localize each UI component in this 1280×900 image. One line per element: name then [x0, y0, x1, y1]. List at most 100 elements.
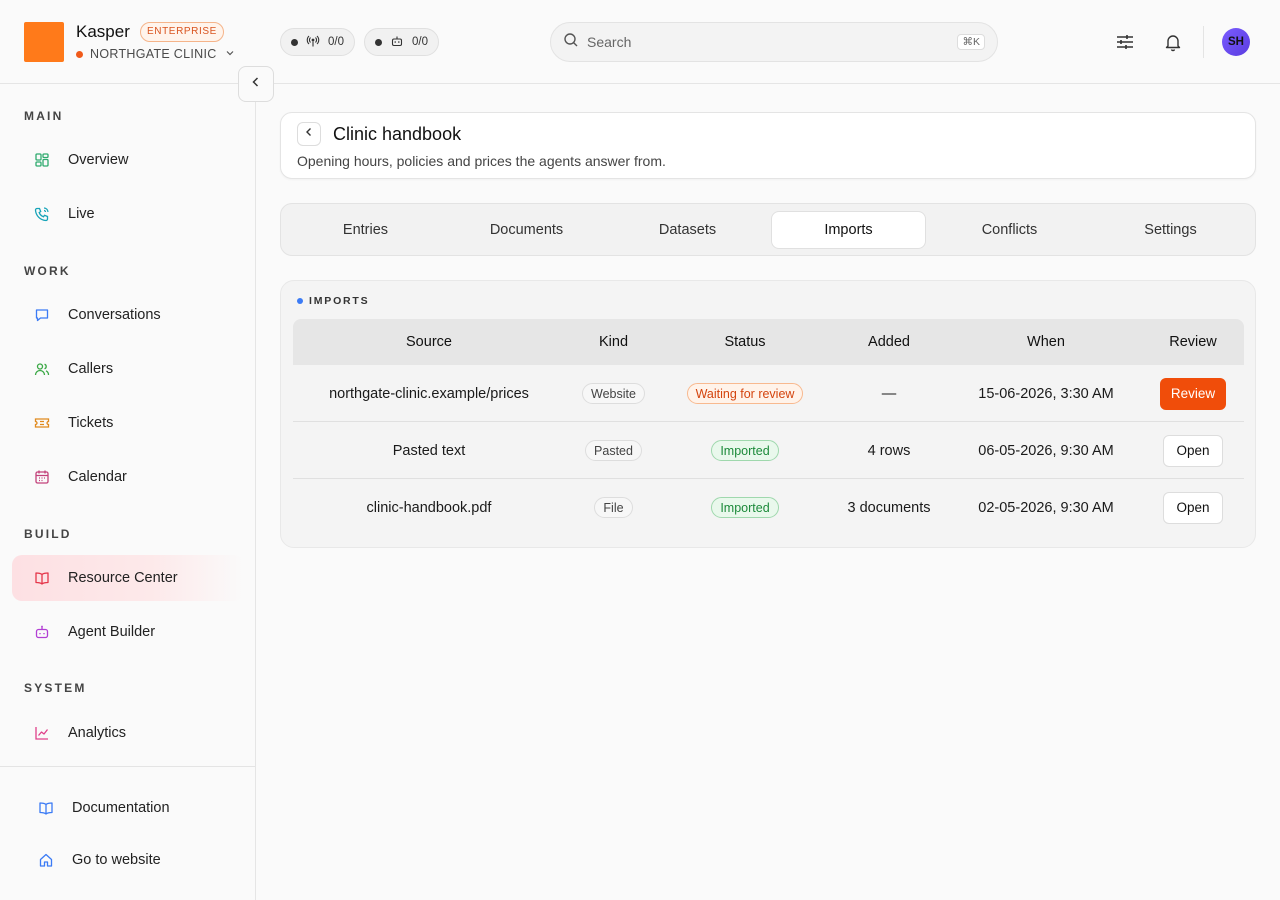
column-header-added: Added [868, 334, 910, 350]
status-badge: Imported [711, 497, 779, 518]
source-cell: northgate-clinic.example/prices [329, 385, 529, 402]
sidebar-item-label: Tickets [68, 415, 114, 431]
sidebar-item-resource-center[interactable]: Resource Center [12, 555, 244, 601]
sidebar: MAIN Overview Live WORK Conversations Ca… [0, 84, 256, 900]
avatar[interactable]: SH [1222, 28, 1250, 56]
sidebar-item-calendar[interactable]: Calendar [12, 454, 244, 500]
tab-settings[interactable]: Settings [1093, 211, 1248, 249]
org-status-dot [76, 50, 83, 58]
search-shortcut: ⌘K [957, 34, 985, 50]
table-header: Source Kind Status Added When Review [293, 319, 1244, 365]
bell-icon[interactable] [1161, 30, 1185, 54]
tab-bar: Entries Documents Datasets Imports Confl… [280, 203, 1256, 256]
sidebar-divider [0, 766, 255, 767]
review-cell: Open [1142, 422, 1244, 479]
divider [1203, 26, 1204, 58]
sidebar-item-agent-builder[interactable]: Agent Builder [12, 609, 244, 655]
org-name: NORTHGATE CLINIC [90, 47, 217, 61]
source-cell: clinic-handbook.pdf [366, 499, 492, 516]
added-cell: 3 documents [847, 499, 931, 516]
source-cell: Pasted text [392, 442, 466, 459]
live-calls-count: 0/0 [328, 36, 344, 48]
imports-label: IMPORTS [309, 295, 370, 307]
sidebar-item-label: Go to website [72, 852, 161, 868]
status-cell: Waiting for review [662, 365, 828, 422]
page-subtitle: Opening hours, policies and prices the a… [297, 153, 666, 169]
tab-conflicts[interactable]: Conflicts [932, 211, 1087, 249]
brand-logo [24, 22, 64, 62]
book-icon [34, 570, 50, 586]
section-label-work: WORK [24, 264, 71, 278]
agents-counter[interactable]: 0/0 [364, 28, 439, 56]
sidebar-item-live[interactable]: Live [12, 191, 244, 237]
chevron-left-icon [303, 125, 315, 143]
kind-badge: Website [582, 383, 645, 404]
open-button[interactable]: Open [1163, 434, 1223, 467]
phone-icon [34, 206, 50, 222]
home-icon [38, 852, 54, 868]
status-cell: Imported [662, 422, 828, 479]
when-cell: 06-05-2026, 9:30 AM [978, 442, 1114, 459]
table-row: northgate-clinic.example/prices Website … [293, 365, 1244, 422]
status-cell: Imported [662, 479, 828, 536]
sidebar-item-label: Agent Builder [68, 624, 156, 640]
sidebar-item-label: Live [68, 206, 95, 222]
label-dot [297, 298, 303, 304]
sidebar-item-tickets[interactable]: Tickets [12, 400, 244, 446]
calendar-icon [34, 469, 50, 485]
book-open-icon [38, 800, 54, 816]
sidebar-item-label: Callers [68, 361, 114, 377]
bot-icon [34, 624, 50, 640]
column-header-when: When [1027, 334, 1065, 350]
search-input[interactable]: Search [587, 34, 957, 50]
kind-badge: File [594, 497, 633, 518]
brand-name: Kasper [76, 22, 130, 41]
sidebar-item-go-to-website[interactable]: Go to website [12, 837, 244, 883]
added-cell: — [881, 385, 897, 402]
sidebar-item-label: Overview [68, 152, 129, 168]
sidebar-item-analytics[interactable]: Analytics [12, 710, 244, 756]
tab-entries[interactable]: Entries [288, 211, 443, 249]
sidebar-item-conversations[interactable]: Conversations [12, 292, 244, 338]
chart-icon [34, 725, 50, 741]
status-dot [291, 38, 298, 46]
bot-icon [390, 34, 404, 51]
tab-imports[interactable]: Imports [771, 211, 926, 249]
back-button[interactable] [297, 122, 321, 146]
sidebar-item-label: Calendar [68, 469, 127, 485]
column-header-status: Status [724, 334, 766, 350]
agents-count: 0/0 [412, 36, 428, 48]
review-cell: Open [1142, 479, 1244, 536]
search-icon [563, 32, 579, 53]
when-cell: 15-06-2026, 3:30 AM [978, 385, 1114, 402]
column-header-source: Source [406, 334, 452, 350]
section-label-build: BUILD [24, 527, 72, 541]
column-header-review: Review [1169, 334, 1217, 350]
section-label-main: MAIN [24, 109, 64, 123]
sliders-icon[interactable] [1113, 30, 1137, 54]
status-dot [375, 38, 382, 46]
sidebar-item-documentation[interactable]: Documentation [12, 785, 244, 831]
tab-documents[interactable]: Documents [449, 211, 604, 249]
sidebar-item-label: Resource Center [68, 570, 178, 586]
table-row: clinic-handbook.pdf File Imported 3 docu… [293, 479, 1244, 536]
broadcast-icon [306, 34, 320, 51]
review-button[interactable]: Review [1159, 377, 1227, 410]
org-switcher[interactable]: NORTHGATE CLINIC [76, 47, 235, 61]
column-header-kind: Kind [598, 334, 629, 350]
tab-datasets[interactable]: Datasets [610, 211, 765, 249]
live-calls-counter[interactable]: 0/0 [280, 28, 355, 56]
section-label-system: SYSTEM [24, 681, 87, 695]
ticket-icon [34, 415, 50, 431]
sidebar-item-overview[interactable]: Overview [12, 137, 244, 183]
users-icon [34, 361, 50, 377]
search-bar[interactable]: Search ⌘K [550, 22, 998, 62]
sidebar-item-callers[interactable]: Callers [12, 346, 244, 392]
imports-panel: IMPORTS Source Kind Status Added When Re… [280, 280, 1256, 548]
collapse-sidebar-button[interactable] [238, 66, 274, 102]
when-cell: 02-05-2026, 9:30 AM [978, 499, 1114, 516]
sidebar-item-label: Documentation [72, 800, 170, 816]
open-button[interactable]: Open [1163, 491, 1223, 524]
page-header-card: Clinic handbook Opening hours, policies … [280, 112, 1256, 179]
kind-cell: Website [565, 365, 662, 422]
